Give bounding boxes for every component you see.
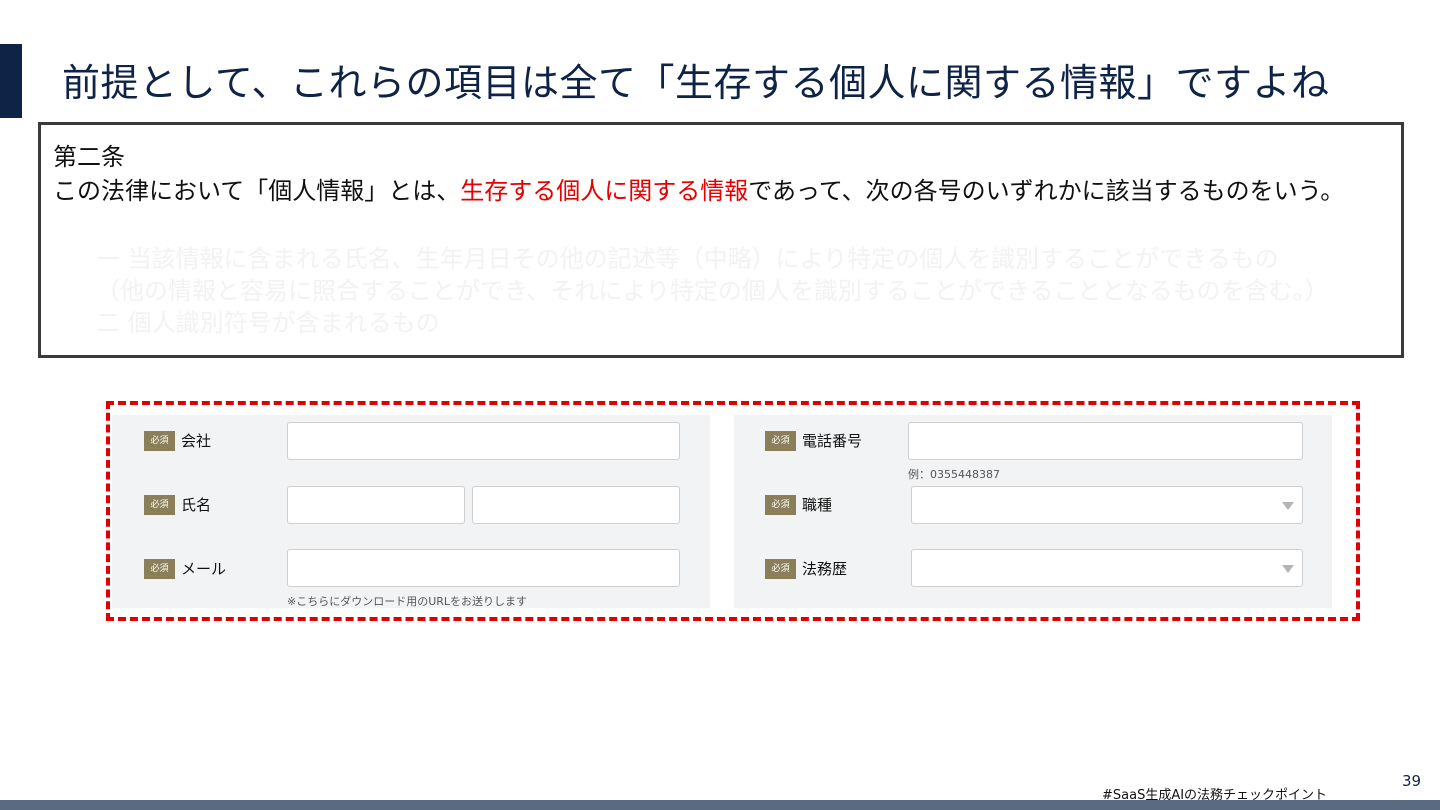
highlight-dashed-frame	[106, 401, 1360, 621]
law-text-before: この法律において「個人情報」とは、	[53, 177, 461, 205]
law-faded-line: 一 当該情報に含まれる氏名、生年月日その他の記述等（中略）により特定の個人を識別…	[96, 245, 1279, 273]
law-faded-clauses: 一 当該情報に含まれる氏名、生年月日その他の記述等（中略）により特定の個人を識別…	[96, 243, 1386, 339]
law-excerpt-box: 第二条 この法律において「個人情報」とは、生存する個人に関する情報であって、次の…	[38, 122, 1404, 358]
law-definition-text: この法律において「個人情報」とは、生存する個人に関する情報であって、次の各号のい…	[53, 175, 1393, 207]
law-faded-line: 二 個人識別符号が含まれるもの	[96, 309, 440, 337]
slide-title: 前提として、これらの項目は全て「生存する個人に関する情報」ですよね	[62, 61, 1330, 105]
law-faded-line: （他の情報と容易に照合することができ、それにより特定の個人を識別することができる…	[96, 277, 1329, 305]
title-accent-bar	[0, 44, 22, 118]
law-text-after: であって、次の各号のいずれかに該当するものをいう。	[748, 177, 1345, 205]
footer-band	[0, 800, 1440, 810]
law-text-highlight: 生存する個人に関する情報	[460, 177, 749, 205]
law-article-heading: 第二条	[53, 143, 125, 171]
page-number: 39	[1402, 772, 1422, 790]
